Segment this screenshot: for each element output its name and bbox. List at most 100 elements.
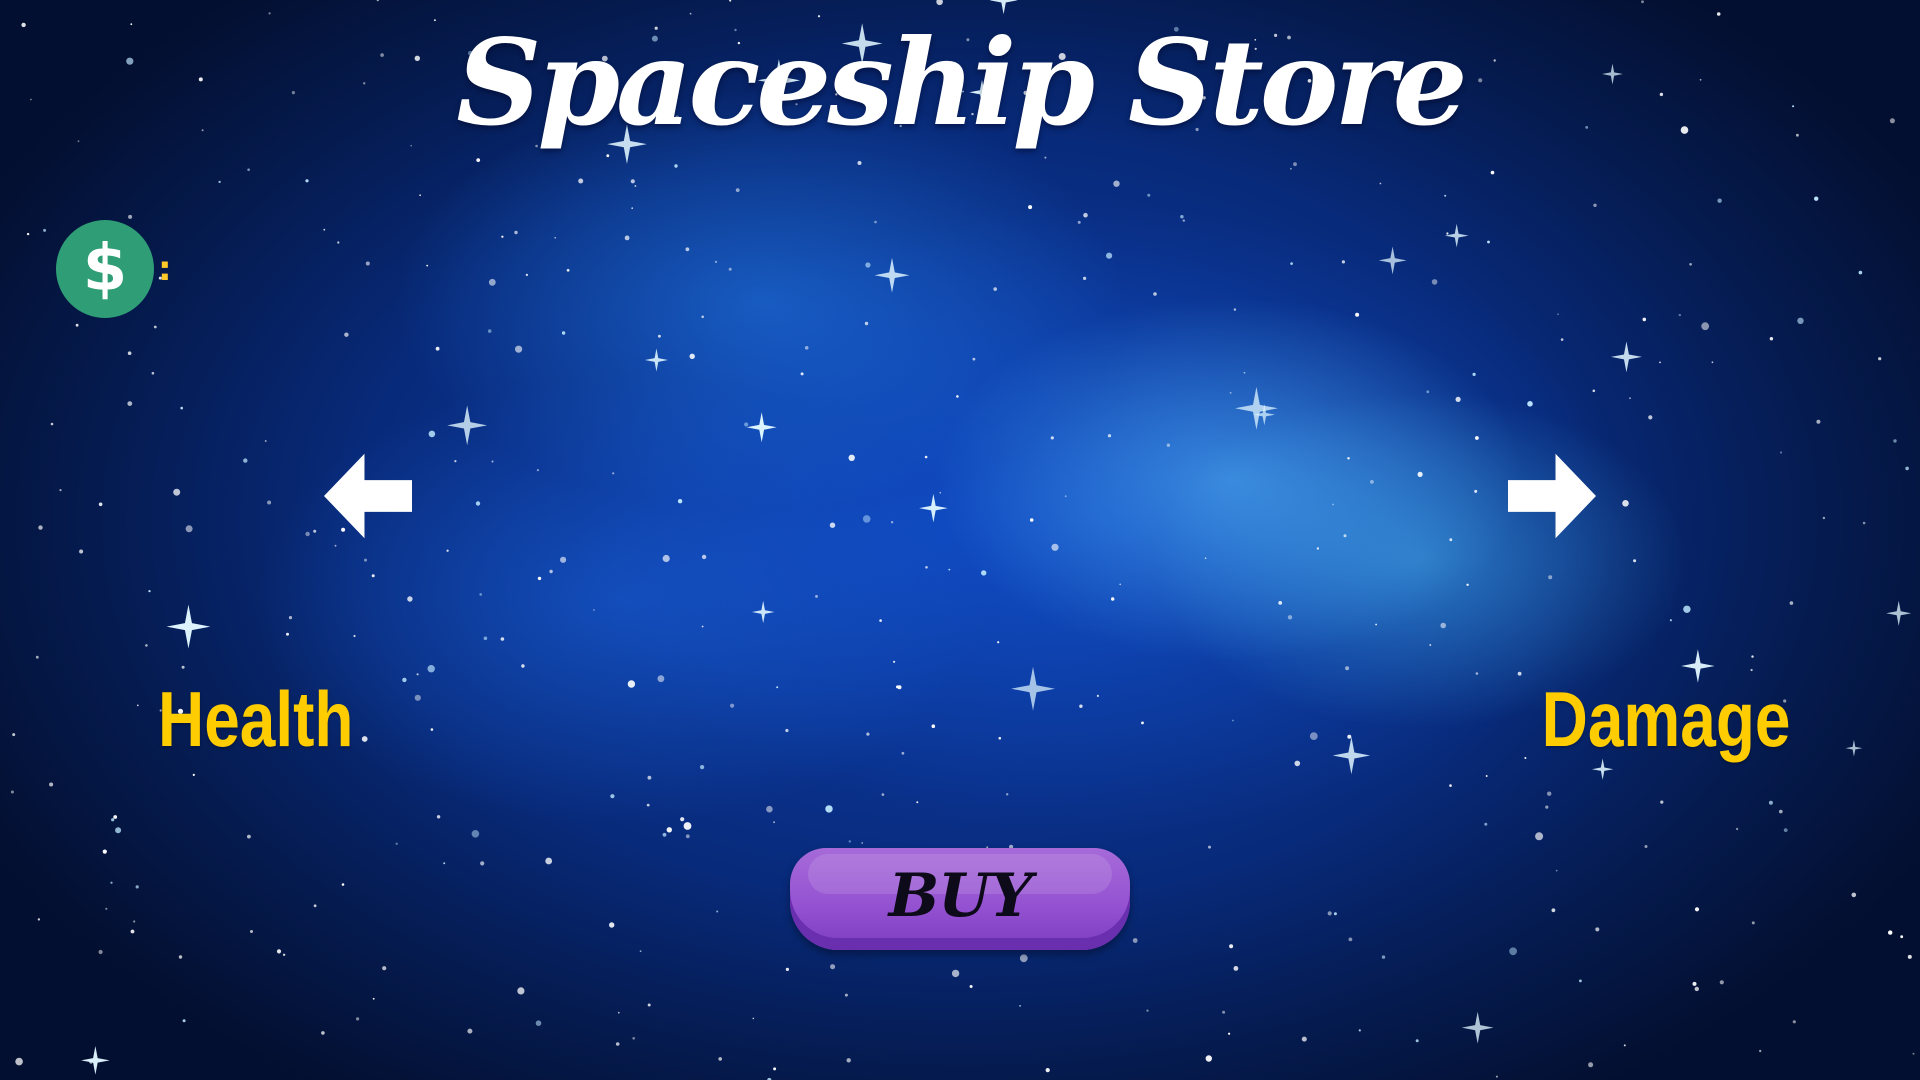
star (685, 247, 690, 252)
star (848, 840, 851, 843)
star (1797, 317, 1804, 324)
star (1233, 308, 1237, 311)
star (515, 345, 523, 353)
star (615, 1042, 620, 1046)
star (436, 815, 441, 819)
star (483, 636, 488, 641)
star (128, 214, 133, 219)
star (1659, 361, 1661, 364)
star (1379, 182, 1382, 185)
star (1429, 644, 1432, 646)
star (361, 736, 368, 742)
star (936, 0, 943, 6)
star (785, 728, 789, 733)
star (288, 616, 293, 620)
star (1485, 775, 1488, 777)
star (102, 849, 107, 854)
star (371, 574, 375, 578)
star (26, 232, 30, 236)
star (1208, 845, 1211, 849)
star (846, 1058, 851, 1063)
star (1888, 930, 1893, 935)
star (647, 1003, 651, 1007)
star (75, 323, 79, 327)
star (969, 985, 973, 988)
star (426, 264, 429, 267)
star (475, 501, 481, 506)
star (419, 194, 421, 196)
star (267, 500, 272, 505)
star (1551, 908, 1556, 913)
star (1229, 944, 1234, 949)
star (701, 554, 707, 560)
sparkle-star (919, 493, 948, 523)
star (879, 619, 882, 622)
star (997, 641, 1000, 644)
star (560, 556, 567, 563)
star (701, 315, 704, 319)
star (631, 207, 634, 210)
sparkle-star (1610, 341, 1642, 373)
star (1370, 480, 1374, 484)
star (1555, 869, 1558, 872)
star (1472, 372, 1476, 376)
star (12, 733, 16, 737)
star (181, 665, 185, 669)
star (972, 357, 976, 361)
star (1050, 436, 1054, 440)
star (264, 440, 267, 442)
star (282, 953, 286, 956)
star (356, 1017, 360, 1021)
star (916, 801, 919, 804)
star (1475, 672, 1479, 675)
sparkle-star (746, 412, 777, 443)
star (1768, 800, 1773, 805)
star (1750, 668, 1753, 672)
star (353, 634, 356, 638)
sparkle-star (1332, 736, 1371, 775)
star (407, 596, 413, 602)
star (1341, 260, 1345, 264)
star (890, 521, 894, 524)
star (321, 1031, 325, 1035)
star (752, 1017, 755, 1020)
star (10, 790, 14, 794)
star (145, 644, 148, 647)
star (1694, 907, 1700, 912)
star (286, 632, 289, 636)
star (1064, 495, 1067, 498)
star (1816, 419, 1821, 424)
buy-button[interactable]: BUY (790, 848, 1130, 950)
arrow-left-icon[interactable] (324, 452, 412, 540)
star (1455, 396, 1461, 402)
star (1290, 262, 1293, 265)
star (931, 724, 936, 728)
star (1509, 947, 1517, 956)
star (446, 549, 449, 552)
star (549, 569, 553, 574)
damage-label: Damage (1541, 675, 1790, 763)
star (1358, 1029, 1361, 1032)
star (1229, 392, 1232, 394)
star (993, 287, 997, 291)
star (1641, 0, 1644, 4)
star (1290, 167, 1292, 170)
star (627, 680, 636, 688)
star (247, 168, 250, 171)
star (1592, 389, 1596, 393)
star (180, 406, 183, 410)
sparkle-star (1886, 600, 1912, 626)
star (680, 817, 685, 822)
star (341, 883, 345, 886)
arrow-right-icon[interactable] (1508, 452, 1596, 540)
star (634, 185, 637, 187)
star (98, 949, 103, 955)
star (1623, 1044, 1626, 1047)
currency-symbol: $ (82, 232, 128, 306)
star (1487, 240, 1490, 244)
star (1495, 1075, 1498, 1078)
star (136, 704, 139, 707)
star (718, 1057, 722, 1061)
star (517, 987, 525, 995)
star (1579, 979, 1582, 983)
